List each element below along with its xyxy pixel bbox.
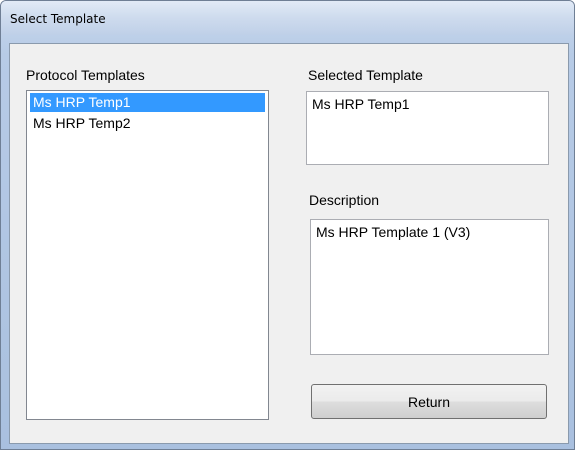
select-template-window: Select Template Protocol Templates Ms HR… (0, 0, 575, 450)
return-button[interactable]: Return (311, 384, 547, 419)
list-item[interactable]: Ms HRP Temp2 (30, 114, 265, 133)
description-field[interactable]: Ms HRP Template 1 (V3) (310, 219, 549, 355)
protocol-templates-label: Protocol Templates (26, 67, 145, 83)
title-bar[interactable]: Select Template (1, 1, 574, 35)
window-title: Select Template (10, 12, 106, 26)
description-label: Description (309, 192, 380, 208)
list-item[interactable]: Ms HRP Temp1 (30, 93, 265, 112)
dialog-client-area: Protocol Templates Ms HRP Temp1 Ms HRP T… (9, 43, 569, 444)
protocol-templates-listbox[interactable]: Ms HRP Temp1 Ms HRP Temp2 (26, 90, 269, 420)
selected-template-field[interactable]: Ms HRP Temp1 (306, 91, 549, 165)
selected-template-label: Selected Template (308, 67, 423, 83)
